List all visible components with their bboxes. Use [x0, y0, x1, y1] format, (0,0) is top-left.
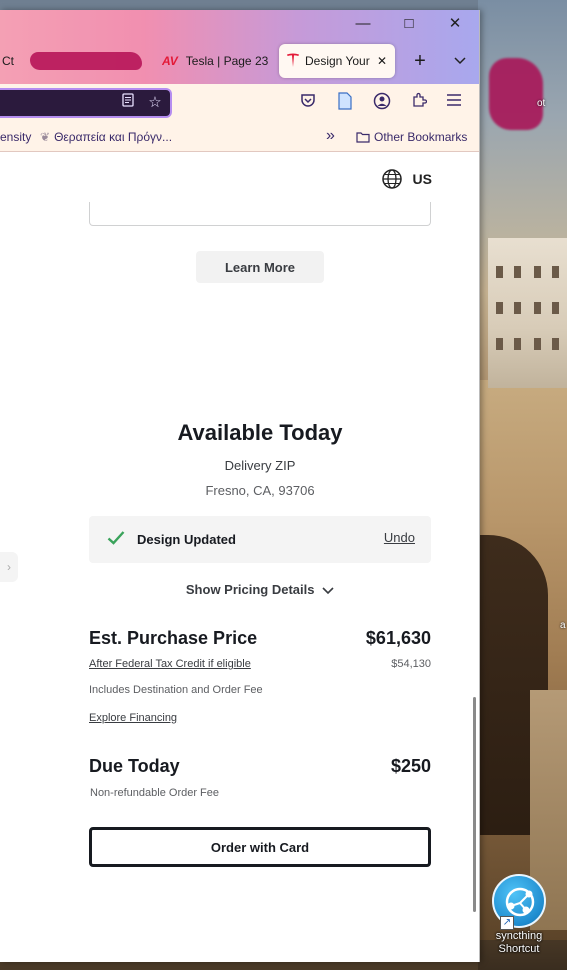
url-bar[interactable]: ☆: [0, 88, 172, 118]
maximize-button[interactable]: □: [392, 14, 426, 36]
chevron-down-icon: [454, 57, 466, 65]
delivery-location: Fresno, CA, 93706: [205, 483, 315, 498]
includes-fee-text: Includes Destination and Order Fee: [89, 684, 263, 696]
tab-label: Design Your: [305, 54, 370, 68]
globe-icon: [381, 169, 402, 189]
account-icon[interactable]: [372, 92, 392, 112]
undo-link[interactable]: Undo: [384, 530, 415, 545]
extensions-icon[interactable]: [409, 92, 429, 112]
wallpaper-windows: [494, 262, 564, 372]
page-icon[interactable]: [335, 92, 355, 112]
bookmarks-overflow-button[interactable]: »: [326, 127, 335, 145]
due-today-value: $250: [390, 756, 431, 776]
browser-window: — □ ✕ Ct AV Tesla | Page 23! Design Your…: [0, 10, 480, 962]
tesla-logo-icon: [287, 53, 299, 70]
syncthing-icon: ↗: [492, 874, 546, 930]
tab-tesla-page[interactable]: AV Tesla | Page 23!: [162, 44, 268, 78]
other-bookmarks-folder[interactable]: Other Bookmarks: [356, 130, 467, 144]
desktop-icon-label-partial: ot: [537, 98, 546, 109]
shortcut-arrow-icon: ↗: [500, 916, 514, 930]
due-today-label: Due Today: [89, 756, 180, 776]
show-pricing-label: Show Pricing Details: [185, 582, 315, 597]
desktop-icon-redaction: [489, 58, 543, 130]
region-label: US: [412, 171, 432, 187]
close-window-button[interactable]: ✕: [438, 14, 472, 36]
bookmarks-toolbar: ensity ❦ Θεραπεία και Πρόγν... » Other Bo…: [0, 122, 479, 152]
tax-credit-value: $54,130: [391, 658, 431, 670]
bookmark-item[interactable]: ❦ Θεραπεία και Πρόγν...: [40, 130, 172, 144]
desktop-icon-label-partial: a: [560, 620, 566, 631]
bookmark-item[interactable]: ensity: [0, 130, 31, 144]
partial-input-field: [89, 202, 431, 226]
tab-label: Ct: [2, 54, 14, 68]
explore-financing-link[interactable]: Explore Financing: [89, 712, 177, 724]
page-scrollbar[interactable]: [473, 697, 476, 912]
non-refundable-text: Non-refundable Order Fee: [90, 787, 220, 799]
purchase-price-value: $61,630: [365, 628, 431, 648]
tab-label: Tesla | Page 23!: [185, 54, 268, 68]
new-tab-button[interactable]: +: [410, 44, 430, 78]
close-tab-icon[interactable]: ✕: [377, 54, 387, 68]
hamburger-menu-icon[interactable]: [444, 92, 464, 112]
minimize-button[interactable]: —: [346, 14, 380, 36]
leaf-favicon-icon: ❦: [40, 130, 51, 144]
reader-view-icon[interactable]: [118, 93, 138, 113]
bookmark-star-icon[interactable]: ☆: [145, 93, 165, 113]
tab-design-your[interactable]: Design Your ✕: [279, 44, 395, 78]
delivery-zip-label[interactable]: Delivery ZIP: [0, 458, 479, 473]
show-pricing-details-toggle[interactable]: Show Pricing Details: [0, 582, 479, 597]
learn-more-button[interactable]: Learn More: [196, 251, 324, 283]
shortcut-label: syncthing Shortcut: [495, 930, 543, 955]
purchase-price-label: Est. Purchase Price: [89, 628, 258, 648]
pocket-icon[interactable]: [298, 92, 318, 112]
browser-titlebar: — □ ✕ Ct AV Tesla | Page 23! Design Your…: [0, 10, 479, 84]
folder-icon: [356, 132, 370, 143]
av-logo-icon: AV: [162, 54, 178, 68]
list-all-tabs-button[interactable]: [450, 44, 470, 78]
chevron-down-icon: [322, 586, 334, 594]
design-updated-text: Design Updated: [137, 532, 236, 547]
browser-navbar: ☆: [0, 84, 479, 122]
tax-credit-link[interactable]: After Federal Tax Credit if eligible: [89, 658, 251, 670]
checkmark-icon: [107, 531, 125, 545]
region-selector[interactable]: US: [381, 168, 432, 190]
design-updated-banner: Design Updated Undo: [89, 516, 431, 563]
side-panel-toggle[interactable]: ›: [0, 552, 18, 582]
tab-1[interactable]: Ct: [2, 44, 32, 78]
syncthing-shortcut[interactable]: ↗ syncthing Shortcut: [484, 874, 554, 964]
tesla-design-page: US Learn More › Available Today Delivery…: [0, 152, 479, 962]
tab-title-redaction: [30, 52, 142, 70]
order-with-card-button[interactable]: Order with Card: [89, 827, 431, 867]
availability-heading: Available Today: [177, 420, 343, 445]
